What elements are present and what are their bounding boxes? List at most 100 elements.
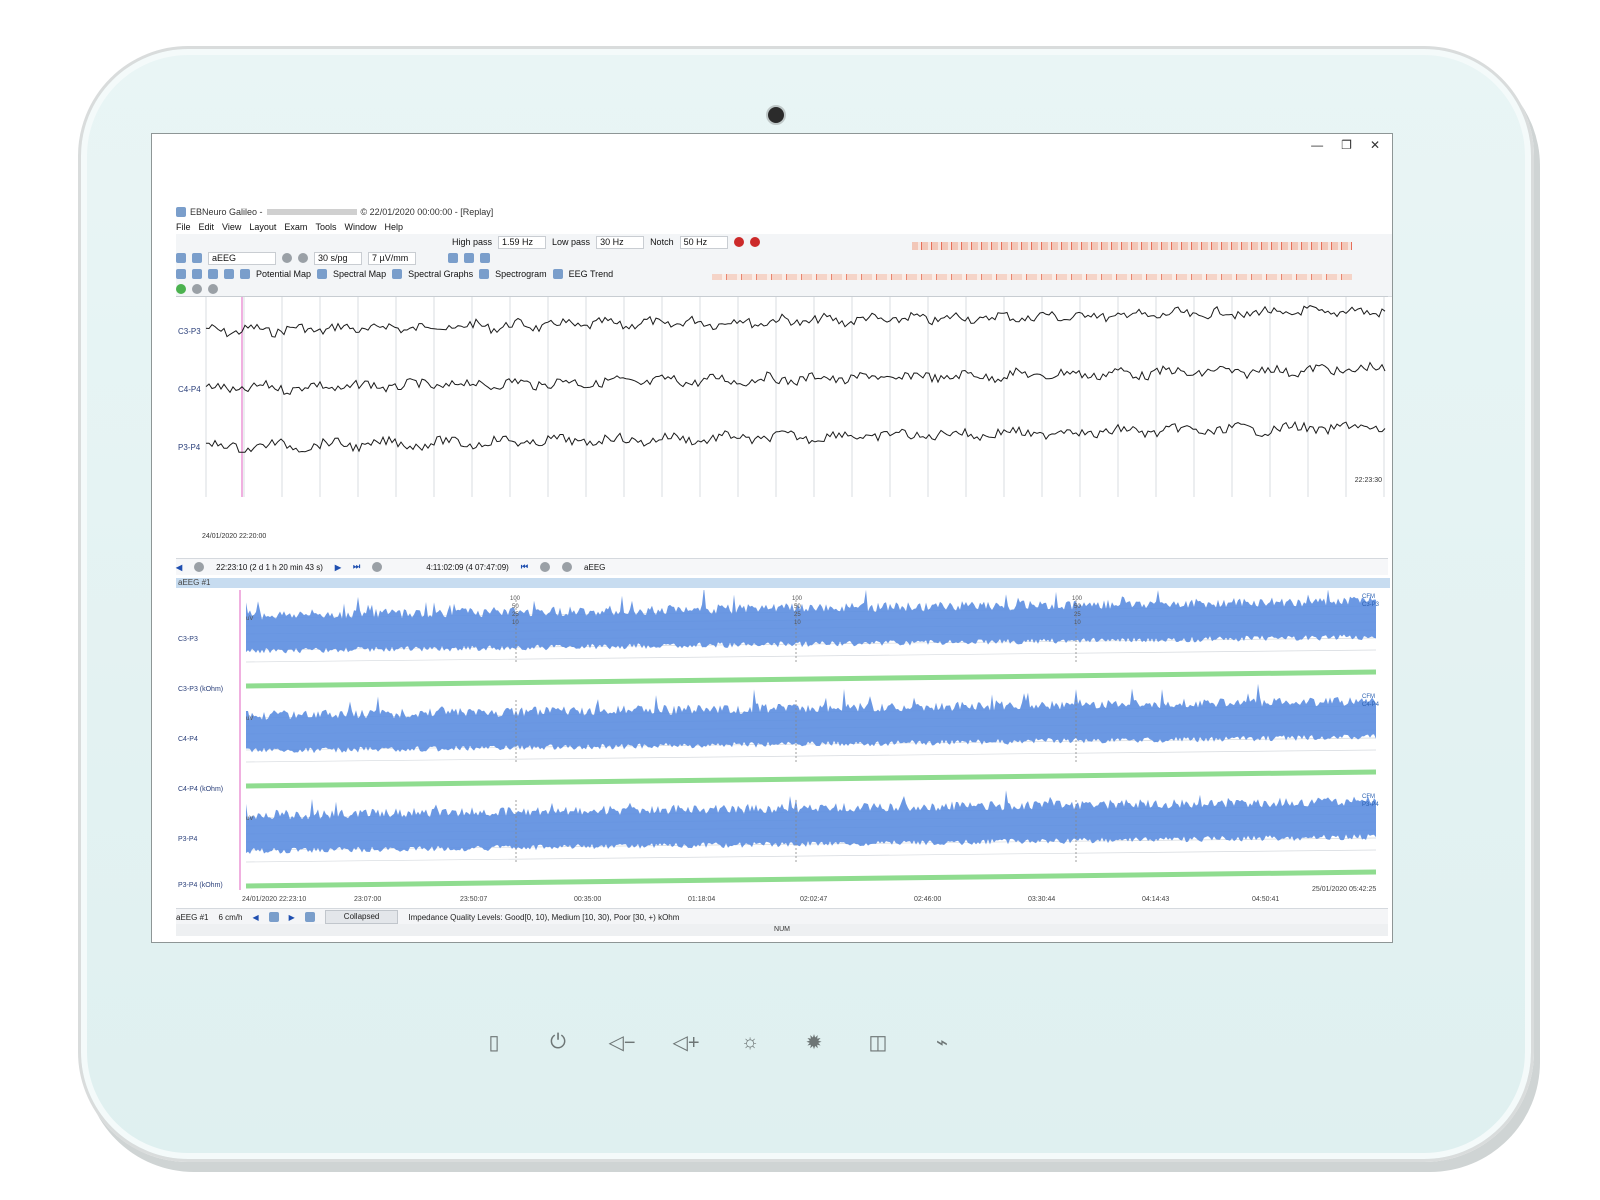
spectrogram-button[interactable]: Spectrogram <box>495 269 547 279</box>
time-axis-label: 23:07:00 <box>354 896 382 903</box>
display-toggle-icon[interactable]: ◫ <box>863 1027 893 1057</box>
cursor-icon[interactable] <box>192 269 202 279</box>
power-icon[interactable]: ⏻ <box>543 1027 573 1057</box>
brightness-down-icon[interactable]: ☼ <box>735 1027 765 1057</box>
minimize-button[interactable]: — <box>1311 138 1323 152</box>
impedance-channel-label: P3-P4 (kOhm) <box>178 882 223 889</box>
zoom-out-icon[interactable] <box>282 253 292 263</box>
recording-info: © 22/01/2020 00:00:00 - [Replay] <box>360 207 494 217</box>
eeg-trace <box>205 305 1386 338</box>
menu-edit[interactable]: Edit <box>199 222 215 232</box>
sync-icon[interactable] <box>540 562 551 572</box>
speed-select[interactable]: 30 s/pg <box>314 251 362 265</box>
next-page-icon[interactable]: ▶ <box>335 563 341 572</box>
zoom-icon[interactable] <box>448 253 458 263</box>
play-icon[interactable] <box>176 269 186 279</box>
record-pause-icon[interactable] <box>749 237 760 247</box>
options-icon[interactable] <box>208 284 218 294</box>
prev-page-icon[interactable]: ◀ <box>176 563 182 572</box>
brightness-up-icon[interactable]: ✹ <box>799 1027 829 1057</box>
analysis-mode: aEEG <box>584 562 606 572</box>
settings-icon[interactable] <box>192 253 202 263</box>
time-axis-label: 24/01/2020 22:23:10 <box>242 896 307 903</box>
time-axis-label: 01:18:04 <box>688 896 716 903</box>
low-pass-select[interactable]: 30 Hz <box>596 235 645 249</box>
close-button[interactable]: ✕ <box>1370 138 1380 152</box>
window-controls: — ❐ ✕ <box>1311 138 1380 152</box>
app-title: EBNeuro Galileo - <box>190 207 263 217</box>
aeeg-band <box>246 683 1376 754</box>
zoom-in-icon[interactable] <box>298 253 308 263</box>
aeeg-channel-label: C4-P4 <box>178 736 198 743</box>
next-icon[interactable]: ▶ <box>289 913 295 922</box>
print-icon[interactable] <box>176 253 186 263</box>
menu-file[interactable]: File <box>176 222 191 232</box>
time-axis-label: 04:50:41 <box>1252 896 1280 903</box>
aeeg-panel[interactable]: C3-P3 C3-P3 (kOhm) C4-P4 C4-P4 (kOhm) P3… <box>176 590 1388 906</box>
prev-icon[interactable]: ◀ <box>252 913 258 922</box>
high-pass-select[interactable]: 1.59 Hz <box>498 235 547 249</box>
menu-view[interactable]: View <box>222 222 241 232</box>
eeg-channel-label: C4-P4 <box>178 385 201 394</box>
sensitivity-select[interactable]: 7 µV/mm <box>368 251 416 265</box>
impedance-line <box>245 769 1377 789</box>
volume-up-icon[interactable]: ◁+ <box>671 1027 701 1057</box>
status-icons-bar <box>176 282 1392 297</box>
event-marker-bar <box>712 274 1352 280</box>
potential-map-icon <box>240 269 250 279</box>
first-page-icon[interactable]: ⏮ <box>521 562 528 572</box>
time-axis-label: 04:14:43 <box>1142 896 1170 903</box>
spectral-graphs-button[interactable]: Spectral Graphs <box>408 269 473 279</box>
goto-icon[interactable] <box>194 562 205 572</box>
volume-down-icon[interactable]: ◁− <box>607 1027 637 1057</box>
cfm-channel-label: P3-P4 <box>1362 802 1379 808</box>
gray-status-icon[interactable] <box>192 284 202 294</box>
search-icon[interactable] <box>224 269 234 279</box>
eeg-trace <box>205 420 1386 453</box>
menu-help[interactable]: Help <box>384 222 403 232</box>
scale-select[interactable]: 6 cm/h <box>218 913 242 922</box>
grid-icon[interactable] <box>464 253 474 263</box>
montage-select[interactable]: aEEG <box>208 251 276 265</box>
panel-name: aEEG #1 <box>176 912 209 922</box>
spectral-map-icon <box>317 269 328 279</box>
collapsed-button[interactable]: Collapsed <box>324 910 399 924</box>
spectral-map-button[interactable]: Spectral Map <box>333 269 386 279</box>
menu-tools[interactable]: Tools <box>315 222 336 232</box>
cfm-label: CFM <box>1362 594 1375 600</box>
aeeg-band <box>246 590 1376 654</box>
impedance-channel-label: C3-P3 (kOhm) <box>178 686 224 693</box>
bookmark-icon[interactable] <box>372 562 383 572</box>
aeeg-channel-label: P3-P4 <box>178 836 198 843</box>
potential-map-button[interactable]: Potential Map <box>256 269 311 279</box>
impedance-line <box>245 669 1377 689</box>
eeg-trend-icon <box>552 269 563 279</box>
time-axis-label: 02:02:47 <box>800 896 828 903</box>
notch-select[interactable]: 50 Hz <box>679 235 728 249</box>
low-pass-label: Low pass <box>552 237 591 247</box>
zoom-fit-icon[interactable] <box>268 912 279 922</box>
eeg-channel-label: C3-P3 <box>178 327 201 336</box>
menu-exam[interactable]: Exam <box>284 222 307 232</box>
aeeg-traces-svg <box>239 590 1377 890</box>
restore-button[interactable]: ❐ <box>1341 138 1352 152</box>
unit-label: uV <box>246 816 254 822</box>
eeg-traces-panel[interactable]: C3-P3 C4-P4 P3-P4 22:23:30 24/01/2020 22… <box>176 296 1388 557</box>
scale-label-25: 25 <box>1074 612 1081 618</box>
green-status-icon[interactable] <box>176 284 186 294</box>
scale-label-50: 50 <box>794 604 801 610</box>
aeeg-guide-line <box>245 849 1377 863</box>
camera-icon <box>766 105 786 125</box>
num-lock-indicator: NUM <box>176 924 1388 936</box>
eeg-trend-button[interactable]: EEG Trend <box>569 269 614 279</box>
marker-icon[interactable] <box>208 269 218 279</box>
battery-icon: ▯ <box>488 1031 500 1054</box>
menu-layout[interactable]: Layout <box>249 222 276 232</box>
menu-window[interactable]: Window <box>344 222 376 232</box>
last-page-icon[interactable]: ⏭ <box>353 562 360 572</box>
barcode-scanner-icon[interactable]: ⌁ <box>927 1027 957 1057</box>
scale-label-50: 50 <box>512 604 519 610</box>
layout-icon[interactable] <box>480 253 490 263</box>
record-stop-icon[interactable] <box>733 237 744 247</box>
scale-label-25: 25 <box>512 612 519 618</box>
